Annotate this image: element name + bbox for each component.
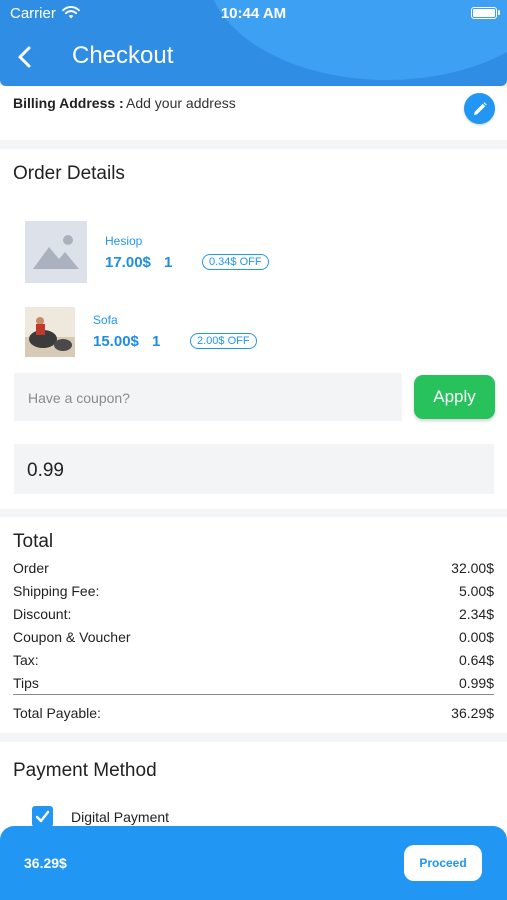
- row-value: 32.00$: [451, 560, 494, 576]
- item-price: 15.00$: [93, 333, 139, 350]
- back-arrow-icon[interactable]: [14, 44, 38, 70]
- total-row-tips: Tips 0.99$: [13, 675, 494, 695]
- total-row-tax: Tax: 0.64$: [13, 652, 494, 672]
- billing-label: Billing Address :: [13, 95, 124, 111]
- item-image-placeholder: [25, 221, 87, 283]
- total-row-shipping: Shipping Fee: 5.00$: [13, 583, 494, 603]
- billing-address-value[interactable]: Add your address: [126, 95, 236, 111]
- row-label: Total Payable:: [13, 705, 101, 721]
- bottom-total-amount: 36.29$: [24, 855, 67, 871]
- coupon-placeholder: Have a coupon?: [28, 390, 130, 406]
- totals-section: Total Order 32.00$ Shipping Fee: 5.00$ D…: [0, 517, 507, 733]
- digital-payment-checkbox[interactable]: [32, 806, 53, 827]
- digital-payment-label[interactable]: Digital Payment: [71, 809, 169, 825]
- item-quantity: 1: [152, 333, 161, 350]
- row-value: 36.29$: [451, 705, 494, 721]
- row-label: Order: [13, 560, 49, 576]
- row-label: Tax:: [13, 652, 39, 668]
- checkmark-icon: [35, 810, 50, 823]
- item-quantity: 1: [164, 254, 173, 271]
- row-label: Shipping Fee:: [13, 583, 100, 599]
- row-value: 0.64$: [458, 652, 494, 668]
- tips-input[interactable]: 0.99: [14, 444, 494, 494]
- edit-pencil-icon: [473, 101, 487, 115]
- total-row-coupon: Coupon & Voucher 0.00$: [13, 629, 494, 649]
- proceed-button[interactable]: Proceed: [404, 845, 482, 881]
- item-name: Hesiop: [105, 234, 143, 248]
- totals-divider: [13, 694, 494, 695]
- payment-method-heading: Payment Method: [13, 760, 157, 781]
- sofa-photo: [25, 307, 75, 357]
- item-discount-badge: 0.34$ OFF: [202, 254, 269, 270]
- row-value: 2.34$: [458, 606, 494, 622]
- item-price: 17.00$: [105, 254, 151, 271]
- row-value: 5.00$: [458, 583, 494, 599]
- row-label: Coupon & Voucher: [13, 629, 131, 645]
- coupon-input[interactable]: Have a coupon?: [14, 373, 402, 421]
- status-bar: Carrier 10:44 AM: [0, 0, 507, 28]
- row-label: Discount:: [13, 606, 72, 622]
- payment-method-section: Payment Method Digital Payment: [0, 742, 507, 832]
- apply-coupon-button[interactable]: Apply: [414, 375, 495, 419]
- page-title: Checkout: [72, 42, 174, 69]
- total-row-payable: Total Payable: 36.29$: [13, 705, 494, 725]
- edit-address-button[interactable]: [464, 93, 495, 124]
- total-row-discount: Discount: 2.34$: [13, 606, 494, 626]
- total-row-order: Order 32.00$: [13, 560, 494, 580]
- tips-value: 0.99: [27, 460, 64, 481]
- item-image-sofa: [25, 307, 75, 357]
- checkout-bottom-bar: 36.29$ Proceed: [0, 826, 507, 900]
- app-header: Carrier 10:44 AM Checkout: [0, 0, 507, 86]
- item-discount-badge: 2.00$ OFF: [190, 333, 257, 349]
- billing-section: Billing Address : Add your address: [0, 86, 507, 140]
- image-placeholder-icon: [33, 235, 79, 269]
- row-label: Tips: [13, 675, 39, 691]
- row-value: 0.99$: [458, 675, 494, 691]
- battery-icon: [471, 7, 497, 19]
- battery-cap: [498, 10, 500, 15]
- order-details-section: Order Details Hesiop 17.00$ 1 0.34$ OFF …: [0, 149, 507, 509]
- row-value: 0.00$: [458, 629, 494, 645]
- totals-heading: Total: [13, 531, 54, 552]
- item-name: Sofa: [93, 313, 118, 327]
- clock: 10:44 AM: [220, 5, 287, 22]
- order-details-heading: Order Details: [13, 163, 125, 184]
